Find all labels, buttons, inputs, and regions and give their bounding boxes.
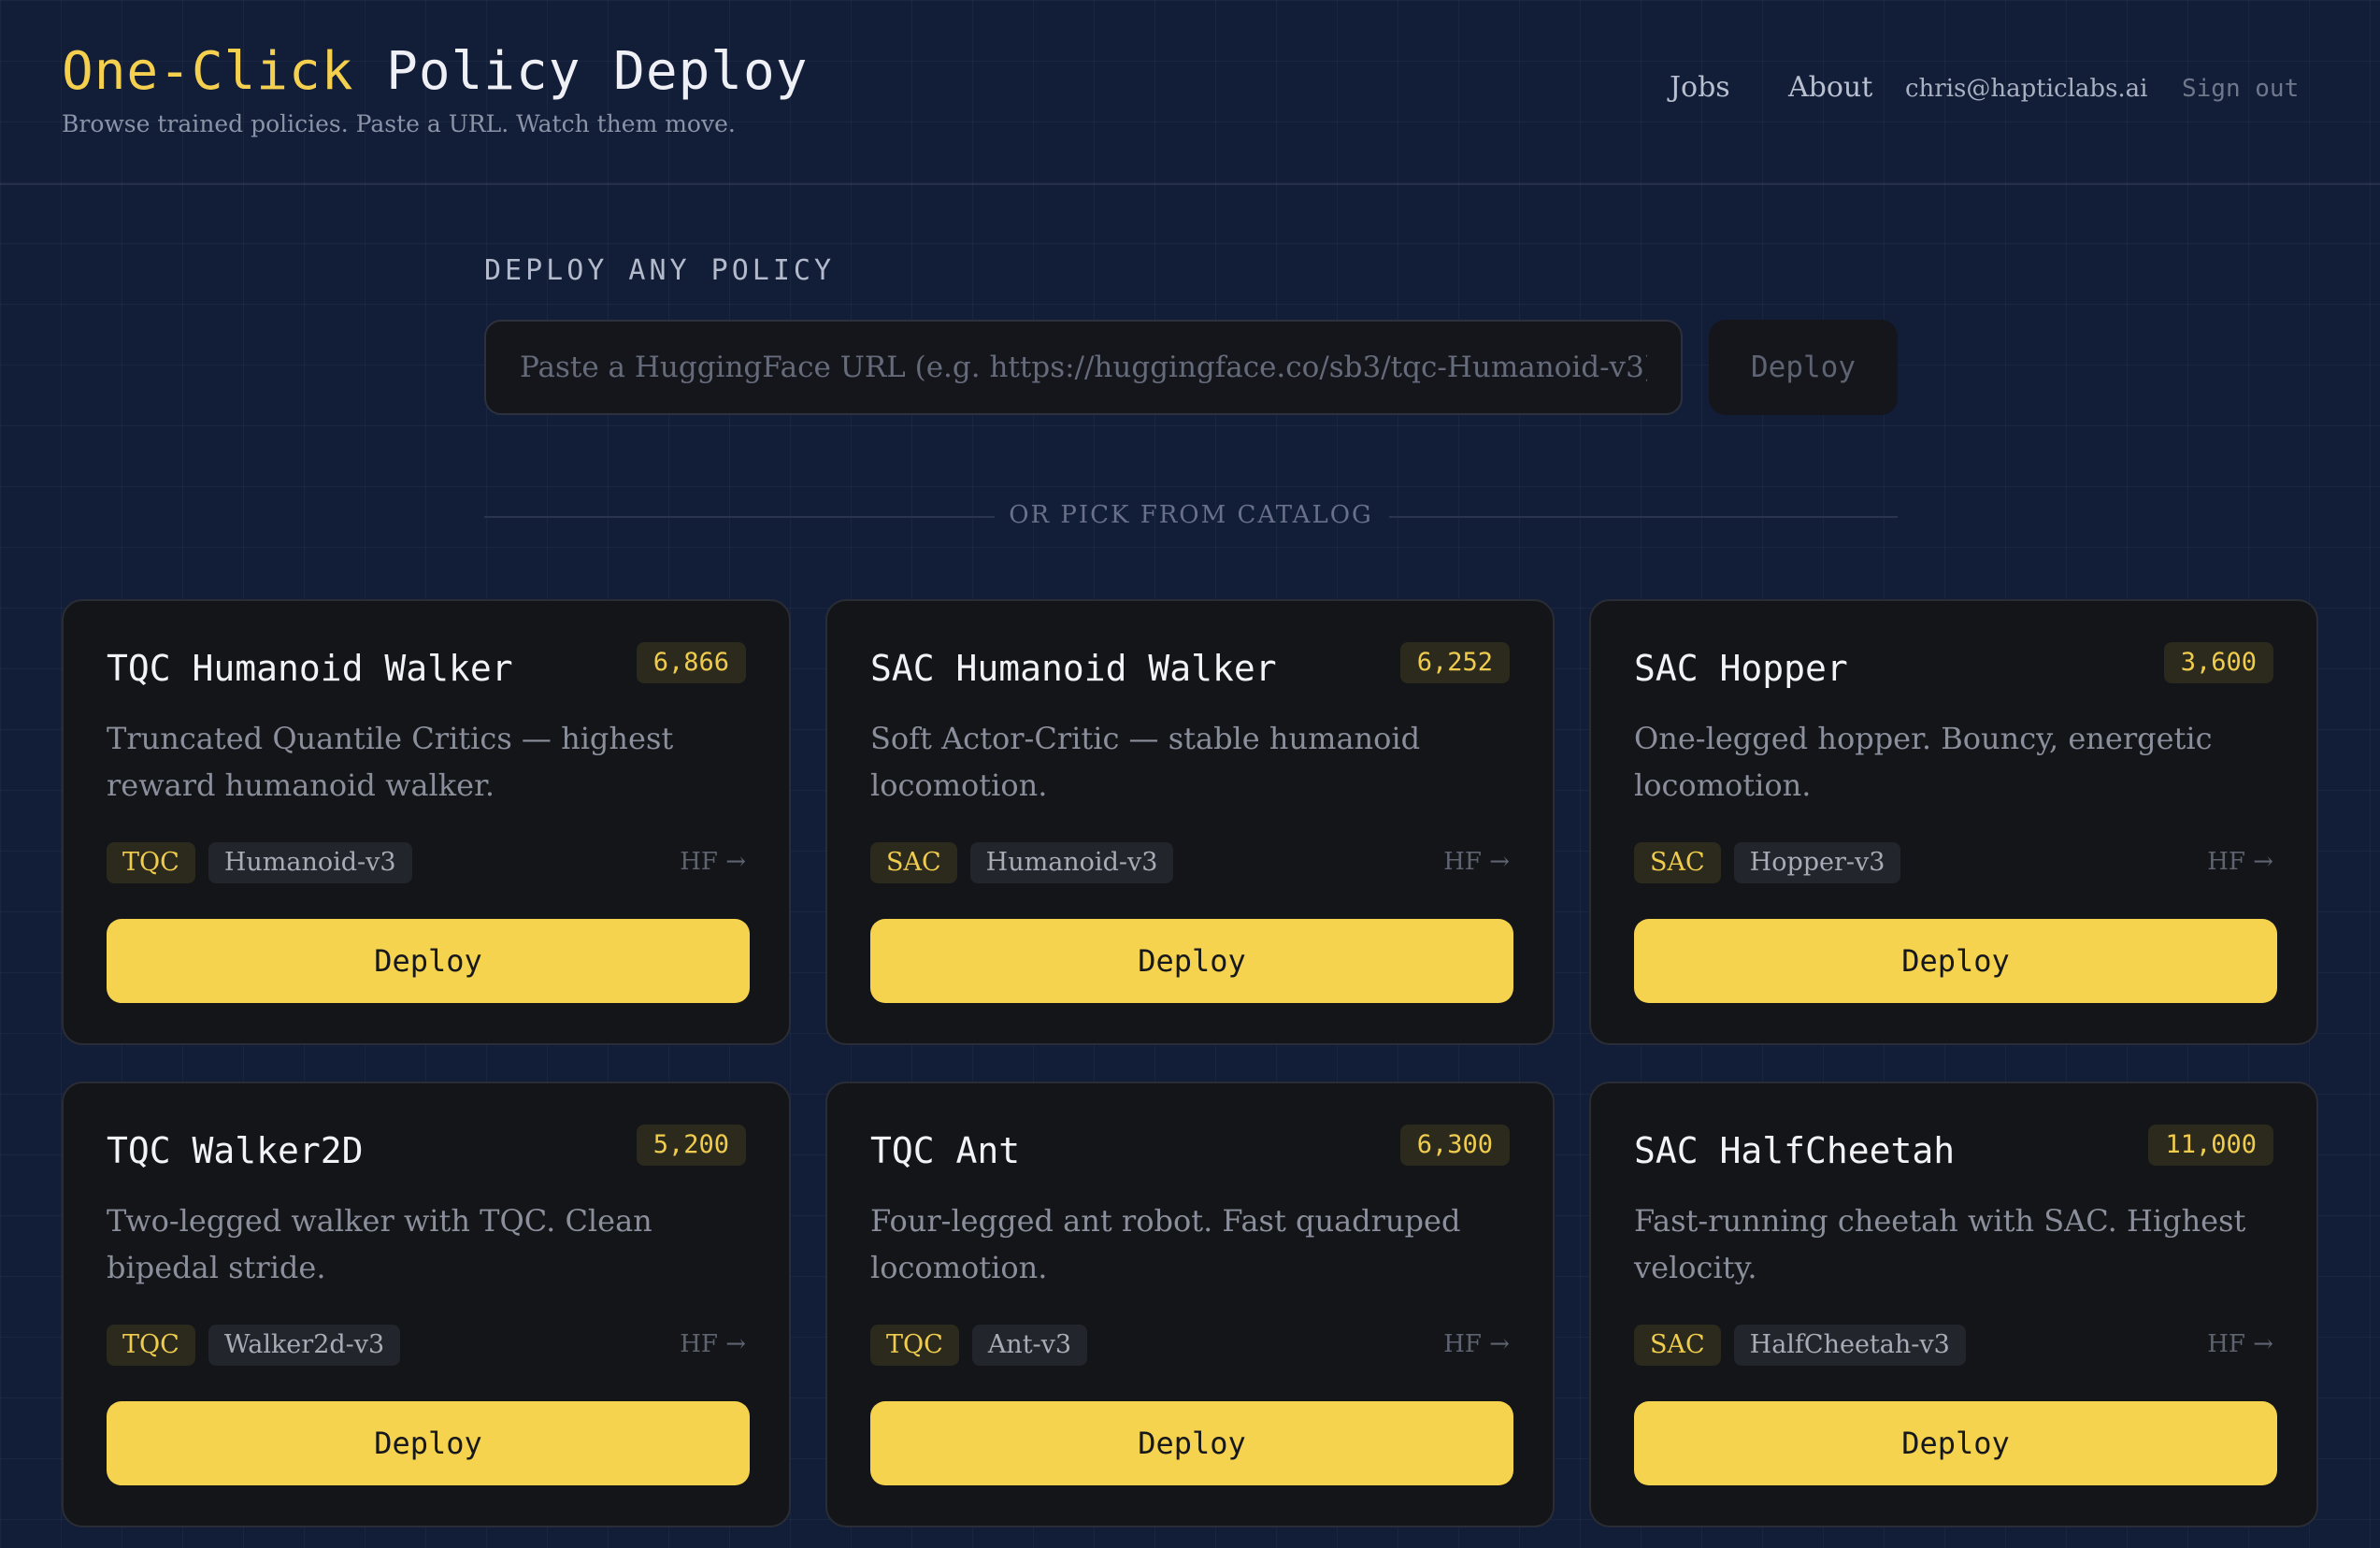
deploy-policy-button[interactable]: Deploy — [1634, 1401, 2277, 1485]
divider-line-right — [1389, 516, 1898, 518]
app-title: One-Click Policy Deploy — [62, 41, 808, 102]
environment-tag: HalfCheetah-v3 — [1733, 1325, 1966, 1366]
nav-about-link[interactable]: About — [1788, 71, 1872, 104]
policy-description: Four-legged ant robot. Fast quadruped lo… — [870, 1203, 1461, 1285]
reward-score-badge: 6,252 — [1399, 642, 1510, 683]
algorithm-tag: SAC — [870, 842, 957, 883]
deploy-policy-button[interactable]: Deploy — [870, 1401, 1513, 1485]
huggingface-link[interactable]: HF → — [2207, 1330, 2273, 1358]
catalog-divider: OR PICK FROM CATALOG — [484, 495, 1898, 537]
user-email: chris@hapticlabs.ai — [1905, 75, 2148, 103]
policy-card: SAC HalfCheetah 11,000 Fast-running chee… — [1589, 1082, 2318, 1527]
deploy-policy-button[interactable]: Deploy — [1634, 919, 2277, 1003]
huggingface-link[interactable]: HF → — [1443, 848, 1510, 876]
deploy-policy-button[interactable]: Deploy — [870, 919, 1513, 1003]
environment-tag: Hopper-v3 — [1733, 842, 1901, 883]
environment-tag: Ant-v3 — [971, 1325, 1088, 1366]
policy-card: TQC Ant 6,300 Four-legged ant robot. Fas… — [825, 1082, 1555, 1527]
policy-description: Two-legged walker with TQC. Clean bipeda… — [107, 1203, 652, 1285]
huggingface-link[interactable]: HF → — [1443, 1330, 1510, 1358]
algorithm-tag: TQC — [107, 842, 195, 883]
policy-title: TQC Humanoid Walker — [107, 648, 513, 689]
huggingface-link[interactable]: HF → — [680, 1330, 746, 1358]
sign-out-link[interactable]: Sign out — [2182, 75, 2299, 103]
policy-description: Soft Actor-Critic — stable humanoid loco… — [870, 721, 1421, 803]
algorithm-tag: TQC — [870, 1325, 959, 1366]
policy-title: SAC Humanoid Walker — [870, 648, 1277, 689]
policy-card: SAC Hopper 3,600 One-legged hopper. Boun… — [1589, 599, 2318, 1045]
reward-score-badge: 11,000 — [2148, 1125, 2273, 1166]
policy-title: SAC Hopper — [1634, 648, 1848, 689]
catalog-divider-text: OR PICK FROM CATALOG — [1009, 501, 1373, 529]
policy-description: One-legged hopper. Bouncy, energetic loc… — [1634, 721, 2213, 803]
app-title-accent: One-Click — [62, 41, 354, 102]
policy-tags: SAC Hopper-v3 — [1634, 842, 1914, 883]
deploy-policy-button[interactable]: Deploy — [107, 919, 750, 1003]
deploy-policy-button[interactable]: Deploy — [107, 1401, 750, 1485]
nav-jobs-link[interactable]: Jobs — [1670, 71, 1730, 104]
reward-score-badge: 3,600 — [2163, 642, 2273, 683]
policy-tags: SAC Humanoid-v3 — [870, 842, 1186, 883]
policy-card: TQC Walker2D 5,200 Two-legged walker wit… — [62, 1082, 791, 1527]
policy-tags: TQC Humanoid-v3 — [107, 842, 425, 883]
huggingface-url-input[interactable] — [484, 320, 1683, 415]
app-tagline: Browse trained policies. Paste a URL. Wa… — [62, 110, 736, 137]
policy-title: SAC HalfCheetah — [1634, 1130, 1956, 1171]
policy-description: Truncated Quantile Critics — highest rew… — [107, 721, 674, 803]
policy-tags: TQC Walker2d-v3 — [107, 1325, 413, 1366]
reward-score-badge: 5,200 — [636, 1125, 746, 1166]
algorithm-tag: TQC — [107, 1325, 195, 1366]
policy-tags: TQC Ant-v3 — [870, 1325, 1100, 1366]
environment-tag: Humanoid-v3 — [969, 842, 1174, 883]
algorithm-tag: SAC — [1634, 842, 1721, 883]
huggingface-link[interactable]: HF → — [2207, 848, 2273, 876]
deploy-url-button[interactable]: Deploy — [1709, 320, 1898, 415]
algorithm-tag: SAC — [1634, 1325, 1721, 1366]
policy-title: TQC Walker2D — [107, 1130, 364, 1171]
environment-tag: Walker2d-v3 — [208, 1325, 401, 1366]
policy-card: TQC Humanoid Walker 6,866 Truncated Quan… — [62, 599, 791, 1045]
app-title-rest: Policy Deploy — [353, 41, 809, 102]
policy-card: SAC Humanoid Walker 6,252 Soft Actor-Cri… — [825, 599, 1555, 1045]
deploy-section-label: DEPLOY ANY POLICY — [484, 254, 836, 287]
reward-score-badge: 6,300 — [1399, 1125, 1510, 1166]
policy-tags: SAC HalfCheetah-v3 — [1634, 1325, 1979, 1366]
policy-description: Fast-running cheetah with SAC. Highest v… — [1634, 1203, 2246, 1285]
reward-score-badge: 6,866 — [636, 642, 746, 683]
top-header: One-Click Policy Deploy Browse trained p… — [0, 0, 2380, 185]
policy-title: TQC Ant — [870, 1130, 1021, 1171]
environment-tag: Humanoid-v3 — [208, 842, 412, 883]
huggingface-link[interactable]: HF → — [680, 848, 746, 876]
